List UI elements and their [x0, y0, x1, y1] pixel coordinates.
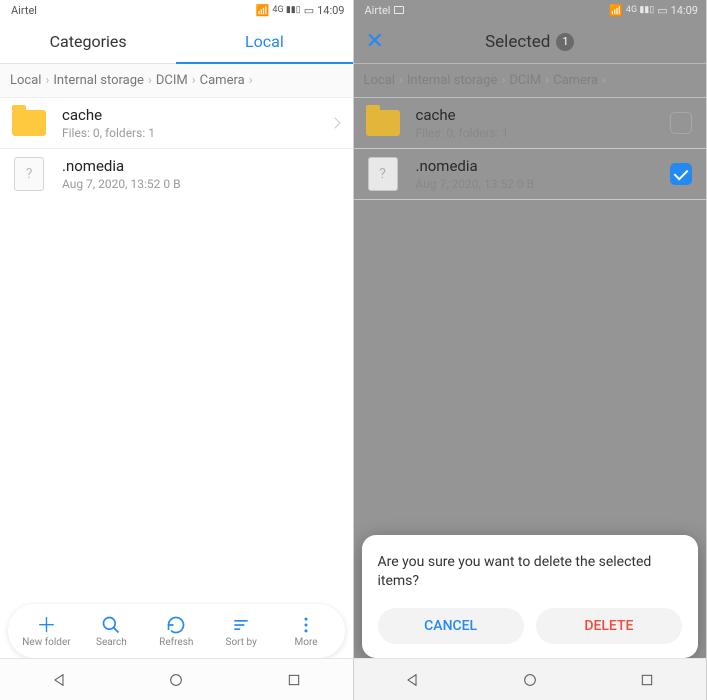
list-item[interactable]: cache Files: 0, folders: 1 [354, 98, 707, 149]
checkbox[interactable] [670, 112, 692, 134]
wifi-icon: 📶 [256, 4, 270, 17]
dialog-message: Are you sure you want to delete the sele… [378, 553, 683, 592]
chevron-right-icon: › [249, 73, 253, 88]
wifi-icon: 📶 [609, 4, 623, 17]
battery-icon: ▭ [657, 4, 667, 17]
selection-count-badge: 1 [556, 33, 574, 51]
sim-icon [394, 6, 404, 14]
item-sub: Aug 7, 2020, 13:52 0 B [62, 177, 339, 191]
selection-title: Selected [485, 32, 550, 52]
crumb-dcim[interactable]: DCIM [509, 73, 541, 88]
search-button[interactable]: Search [79, 615, 144, 648]
recents-icon[interactable] [286, 672, 302, 688]
checkbox-checked[interactable] [670, 163, 692, 185]
more-button[interactable]: More [274, 615, 339, 648]
status-bar: Airtel 📶 4G ▮▮▯ ▭ 14:09 [354, 0, 707, 20]
screen-left: Airtel 📶 4G ▮▮▯ ▭ 14:09 Categories Local… [0, 0, 354, 700]
back-icon[interactable] [404, 672, 420, 688]
crumb-local[interactable]: Local [364, 73, 395, 88]
chevron-right-icon: › [545, 73, 549, 88]
file-unknown-icon: ? [368, 157, 398, 191]
item-name: .nomedia [62, 157, 339, 175]
crumb-camera[interactable]: Camera [553, 73, 598, 88]
plus-icon: ＋ [36, 615, 56, 635]
crumb-local[interactable]: Local [10, 73, 41, 88]
more-icon [296, 615, 316, 635]
cancel-button[interactable]: CANCEL [378, 608, 524, 644]
carrier-label: Airtel [11, 4, 37, 17]
item-name: cache [416, 106, 671, 124]
sort-icon [231, 615, 251, 635]
item-sub: Files: 0, folders: 1 [416, 126, 671, 140]
bottom-toolbar: ＋ New folder Search Refresh Sort by More [8, 604, 345, 658]
list-item[interactable]: cache Files: 0, folders: 1 [0, 98, 353, 149]
search-icon [101, 615, 121, 635]
android-navbar [354, 658, 707, 700]
new-folder-button[interactable]: ＋ New folder [14, 615, 79, 648]
clock: 14:09 [317, 4, 344, 17]
item-name: cache [62, 106, 331, 124]
chevron-right-icon: › [45, 73, 49, 88]
selection-header: ✕ Selected 1 [354, 20, 707, 64]
breadcrumb: Local › Internal storage › DCIM › Camera › [0, 64, 353, 98]
android-navbar [0, 658, 353, 700]
signal-icon: 4G ▮▮▯ [272, 5, 300, 15]
recents-icon[interactable] [639, 672, 655, 688]
tabs: Categories Local [0, 20, 353, 64]
delete-button[interactable]: DELETE [536, 608, 682, 644]
refresh-icon [166, 615, 186, 635]
chevron-right-icon: › [148, 73, 152, 88]
tab-categories[interactable]: Categories [0, 20, 176, 63]
crumb-camera[interactable]: Camera [200, 73, 245, 88]
confirm-dialog: Are you sure you want to delete the sele… [362, 535, 699, 658]
item-sub: Files: 0, folders: 1 [62, 126, 331, 140]
signal-icon: 4G ▮▮▯ [626, 5, 654, 15]
refresh-button[interactable]: Refresh [144, 615, 209, 648]
file-unknown-icon: ? [14, 157, 44, 191]
clock: 14:09 [671, 4, 698, 17]
status-bar: Airtel 📶 4G ▮▮▯ ▭ 14:09 [0, 0, 353, 20]
crumb-internal[interactable]: Internal storage [53, 73, 144, 88]
sort-button[interactable]: Sort by [209, 615, 274, 648]
list-item[interactable]: ? .nomedia Aug 7, 2020, 13:52 0 B [354, 149, 707, 200]
item-sub: Aug 7, 2020, 13:52 0 B [416, 177, 671, 191]
crumb-dcim[interactable]: DCIM [156, 73, 188, 88]
chevron-right-icon: › [192, 73, 196, 88]
list-item[interactable]: ? .nomedia Aug 7, 2020, 13:52 0 B [0, 149, 353, 199]
tab-local[interactable]: Local [176, 20, 352, 63]
home-icon[interactable] [522, 672, 538, 688]
folder-icon [366, 110, 400, 136]
close-selection-button[interactable]: ✕ [366, 29, 390, 54]
battery-icon: ▭ [304, 4, 314, 17]
screen-right: Airtel 📶 4G ▮▮▯ ▭ 14:09 ✕ Selected 1 Loc… [354, 0, 707, 700]
chevron-right-icon: › [602, 73, 606, 88]
chevron-right-icon: › [399, 73, 403, 88]
chevron-right-icon: › [501, 73, 505, 88]
carrier-label: Airtel [365, 4, 391, 17]
breadcrumb: Local› Internal storage› DCIM› Camera› [354, 64, 707, 98]
chevron-right-icon [329, 117, 340, 128]
folder-icon [12, 110, 46, 136]
crumb-internal[interactable]: Internal storage [407, 73, 498, 88]
item-name: .nomedia [416, 157, 671, 175]
home-icon[interactable] [168, 672, 184, 688]
back-icon[interactable] [51, 672, 67, 688]
